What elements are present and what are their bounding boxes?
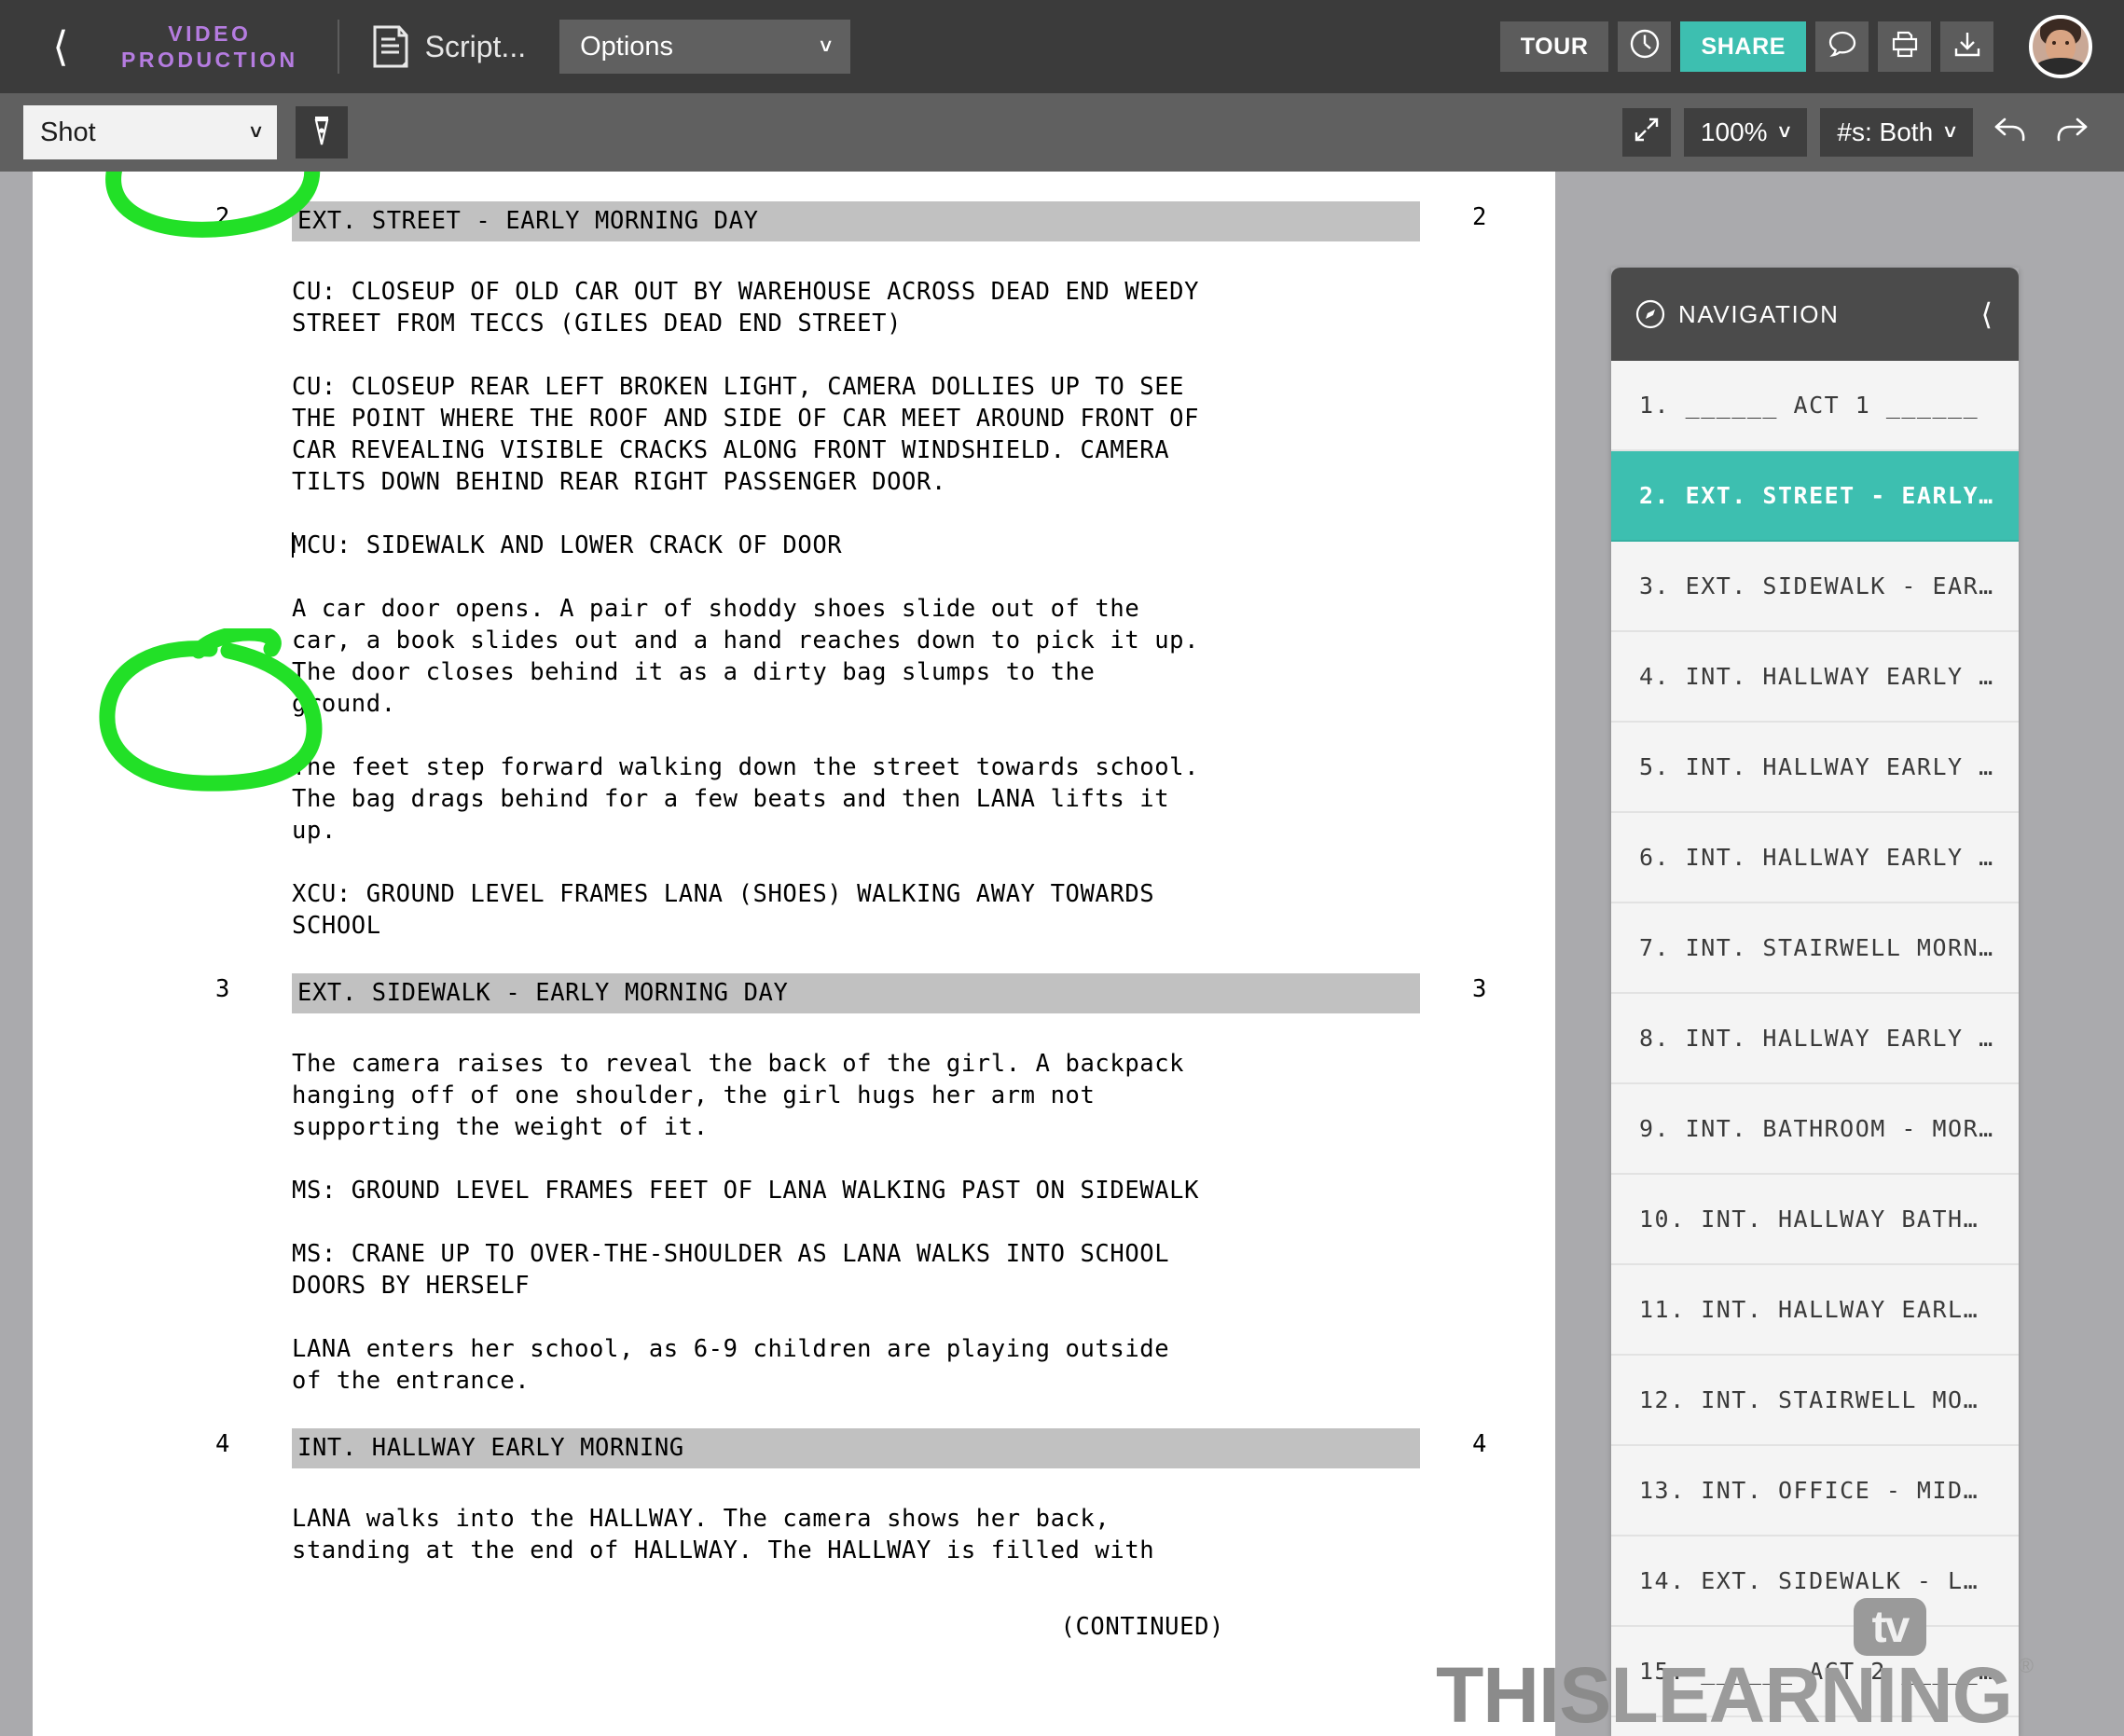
text-cursor bbox=[292, 532, 294, 558]
editor-toolbar-right: 100% ˅ #s: Both ˅ bbox=[1621, 93, 2096, 172]
navigation-list[interactable]: 1. ______ ACT 1 ______ 2. EXT. STREET - E… bbox=[1611, 361, 2019, 1736]
scene-number-left: 4 bbox=[215, 1430, 230, 1458]
navigation-item-4[interactable]: 4. INT. HALLWAY EARLY … bbox=[1611, 632, 2019, 723]
navigation-title: NAVIGATION bbox=[1678, 299, 1840, 328]
action-paragraph[interactable]: LANA enters her school, as 6-9 children … bbox=[292, 1333, 1392, 1397]
navigation-item-8[interactable]: 8. INT. HALLWAY EARLY … bbox=[1611, 994, 2019, 1084]
navigation-item-11[interactable]: 11. INT. HALLWAY EARL… bbox=[1611, 1265, 2019, 1356]
script-document-icon bbox=[373, 25, 408, 68]
editor-toolbar: Shot ˅ 100% ˅ #s: Both ˅ bbox=[0, 93, 2124, 172]
expand-arrows-icon bbox=[1633, 116, 1661, 150]
download-icon bbox=[1952, 28, 1983, 66]
top-toolbar: ⟨ VIDEO PRODUCTION Script... Options ˅ T… bbox=[0, 0, 2124, 93]
scene-heading-text[interactable]: EXT. STREET - EARLY MORNING DAY bbox=[292, 201, 1420, 241]
scene-heading-text[interactable]: EXT. SIDEWALK - EARLY MORNING DAY bbox=[292, 973, 1420, 1013]
brand-line-1: VIDEO bbox=[168, 21, 252, 46]
navigation-item-2[interactable]: 2. EXT. STREET - EARLY… bbox=[1611, 451, 2019, 542]
fountain-pen-icon bbox=[308, 115, 336, 151]
chevron-down-icon: ˅ bbox=[1944, 120, 1956, 144]
scene-number-right: 2 bbox=[1472, 203, 1487, 231]
top-toolbar-actions: TOUR SHARE bbox=[1499, 0, 2092, 93]
navigation-header: NAVIGATION ⟨ bbox=[1611, 268, 2019, 361]
scene-heading-row[interactable]: 3 EXT. SIDEWALK - EARLY MORNING DAY 3 bbox=[33, 973, 1555, 1016]
redo-button[interactable] bbox=[2048, 108, 2096, 157]
comment-bubble-icon bbox=[1827, 28, 1858, 66]
navigation-item-3[interactable]: 3. EXT. SIDEWALK - EAR… bbox=[1611, 542, 2019, 632]
back-button[interactable]: ⟨ bbox=[28, 0, 93, 93]
element-type-value: Shot bbox=[40, 117, 96, 147]
scene-heading-row[interactable]: 4 INT. HALLWAY EARLY MORNING 4 bbox=[33, 1428, 1555, 1471]
toolbar-divider bbox=[337, 20, 339, 74]
navigation-item-9[interactable]: 9. INT. BATHROOM - MOR… bbox=[1611, 1084, 2019, 1175]
pen-tool-button[interactable] bbox=[296, 106, 348, 158]
scene-numbers-dropdown[interactable]: #s: Both ˅ bbox=[1820, 108, 1973, 157]
watermark-registered-mark: ® bbox=[2018, 1654, 2034, 1677]
navigation-item-5[interactable]: 5. INT. HALLWAY EARLY … bbox=[1611, 723, 2019, 813]
print-button[interactable] bbox=[1878, 21, 1931, 72]
scene-numbers-value: #s: Both bbox=[1837, 117, 1934, 146]
avatar-shirt bbox=[2034, 58, 2087, 75]
navigation-panel: NAVIGATION ⟨ 1. ______ ACT 1 ______ 2. EX… bbox=[1611, 268, 2019, 1736]
scene-number-left: 3 bbox=[215, 975, 230, 1003]
chevron-down-icon: ˅ bbox=[250, 120, 262, 144]
undo-arrow-icon bbox=[1993, 115, 2027, 151]
continued-marker: (CONTINUED) bbox=[1060, 1613, 1224, 1641]
tour-button[interactable]: TOUR bbox=[1499, 21, 1609, 72]
share-button-label: SHARE bbox=[1701, 33, 1786, 60]
navigation-item-13[interactable]: 13. INT. OFFICE - MID… bbox=[1611, 1446, 2019, 1536]
avatar-eye-left bbox=[2052, 41, 2056, 45]
zoom-level-dropdown[interactable]: 100% ˅ bbox=[1683, 108, 1808, 157]
scene-number-right: 4 bbox=[1472, 1430, 1487, 1458]
clock-icon bbox=[1629, 28, 1661, 66]
action-paragraph[interactable]: MS: CRANE UP TO OVER-THE-SHOULDER AS LAN… bbox=[292, 1238, 1392, 1302]
undo-button[interactable] bbox=[1986, 108, 2034, 157]
action-paragraph[interactable]: XCU: GROUND LEVEL FRAMES LANA (SHOES) WA… bbox=[292, 878, 1392, 942]
redo-arrow-icon bbox=[2055, 115, 2089, 151]
document-title[interactable]: Script... bbox=[425, 30, 526, 64]
chevron-down-icon: ˅ bbox=[820, 34, 833, 58]
navigation-item-14[interactable]: 14. EXT. SIDEWALK - L… bbox=[1611, 1536, 2019, 1627]
scene-heading-text[interactable]: INT. HALLWAY EARLY MORNING bbox=[292, 1428, 1420, 1468]
navigation-item-1[interactable]: 1. ______ ACT 1 ______ bbox=[1611, 361, 2019, 451]
avatar-eye-right bbox=[2065, 41, 2069, 45]
script-page[interactable]: 2 EXT. STREET - EARLY MORNING DAY 2 CU: CLO… bbox=[33, 172, 1555, 1736]
comments-button[interactable] bbox=[1815, 21, 1869, 72]
navigation-item-7[interactable]: 7. INT. STAIRWELL MORN… bbox=[1611, 903, 2019, 994]
navigation-item-10[interactable]: 10. INT. HALLWAY BATH… bbox=[1611, 1175, 2019, 1265]
zoom-level-value: 100% bbox=[1700, 117, 1768, 146]
share-button[interactable]: SHARE bbox=[1680, 21, 1806, 72]
document-canvas[interactable]: 2 EXT. STREET - EARLY MORNING DAY 2 CU: CLO… bbox=[0, 172, 2124, 1736]
printer-icon bbox=[1889, 28, 1921, 66]
action-paragraph[interactable]: The camera raises to reveal the back of … bbox=[292, 1048, 1392, 1143]
scene-number-left: 2 bbox=[215, 203, 230, 231]
tour-button-label: TOUR bbox=[1520, 33, 1589, 60]
action-paragraph[interactable]: A car door opens. A pair of shoddy shoes… bbox=[292, 593, 1392, 720]
navigation-item-15[interactable]: 15. ______ ACT 2 _____… bbox=[1611, 1627, 2019, 1717]
action-paragraph[interactable]: MS: GROUND LEVEL FRAMES FEET OF LANA WAL… bbox=[292, 1175, 1392, 1206]
action-paragraph[interactable]: LANA walks into the HALLWAY. The camera … bbox=[292, 1503, 1392, 1566]
download-button[interactable] bbox=[1940, 21, 1993, 72]
fullscreen-button[interactable] bbox=[1621, 108, 1671, 157]
user-avatar[interactable] bbox=[2029, 15, 2092, 78]
action-paragraph[interactable]: CU: CLOSEUP OF OLD CAR OUT BY WAREHOUSE … bbox=[292, 276, 1392, 339]
options-dropdown-label: Options bbox=[580, 31, 674, 62]
navigation-item-6[interactable]: 6. INT. HALLWAY EARLY … bbox=[1611, 813, 2019, 903]
element-type-dropdown[interactable]: Shot ˅ bbox=[23, 105, 277, 159]
scene-heading-row[interactable]: 2 EXT. STREET - EARLY MORNING DAY 2 bbox=[33, 201, 1555, 244]
chevron-down-icon: ˅ bbox=[1778, 120, 1791, 144]
action-paragraph[interactable]: MCU: SIDEWALK AND LOWER CRACK OF DOOR bbox=[292, 530, 1392, 561]
action-paragraph[interactable]: CU: CLOSEUP REAR LEFT BROKEN LIGHT, CAME… bbox=[292, 371, 1392, 498]
action-paragraph[interactable]: The feet step forward walking down the s… bbox=[292, 751, 1392, 847]
options-dropdown[interactable]: Options ˅ bbox=[559, 20, 851, 74]
script-body[interactable]: 2 EXT. STREET - EARLY MORNING DAY 2 CU: CLO… bbox=[33, 172, 1555, 1643]
scene-number-right: 3 bbox=[1472, 975, 1487, 1003]
compass-icon bbox=[1635, 299, 1665, 329]
navigation-item-12[interactable]: 12. INT. STAIRWELL MO… bbox=[1611, 1356, 2019, 1446]
app-brand-logo: VIDEO PRODUCTION bbox=[121, 21, 298, 73]
navigation-collapse-button[interactable]: ⟨ bbox=[1981, 296, 1993, 332]
brand-line-2: PRODUCTION bbox=[121, 48, 298, 72]
history-button[interactable] bbox=[1618, 21, 1672, 72]
